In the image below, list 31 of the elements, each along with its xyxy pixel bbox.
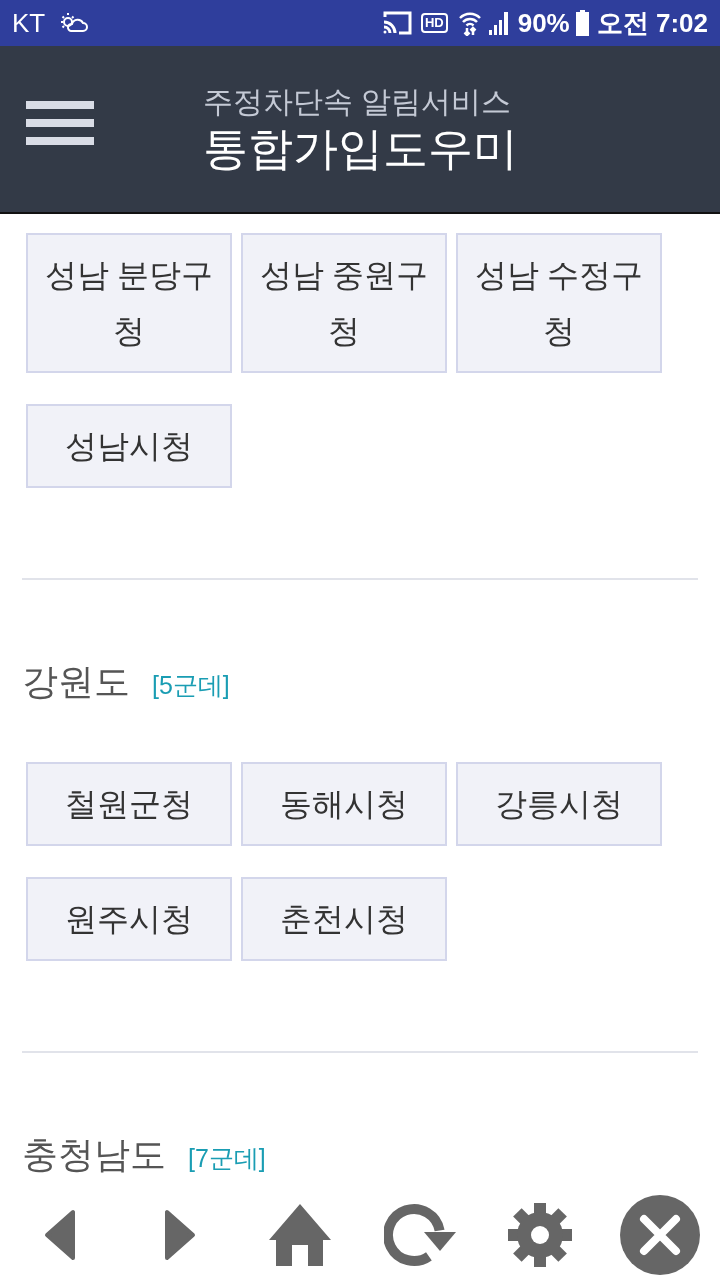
home-icon[interactable] xyxy=(269,1203,331,1266)
region-button[interactable]: 동해시청 xyxy=(241,762,447,846)
close-icon[interactable] xyxy=(620,1194,700,1275)
menu-icon[interactable] xyxy=(26,101,94,145)
battery-icon xyxy=(575,10,589,36)
wifi-icon xyxy=(457,10,482,36)
forward-icon[interactable] xyxy=(164,1208,196,1261)
count-label: [7군데] xyxy=(188,1143,266,1174)
back-icon[interactable] xyxy=(44,1208,76,1261)
region-button[interactable]: 철원군청 xyxy=(26,762,232,846)
count-label: [5군데] xyxy=(152,670,230,701)
battery-percent: 90% xyxy=(517,10,570,36)
carrier-label: KT xyxy=(12,10,46,36)
weather-icon xyxy=(59,12,90,34)
clock-time: 오전 7:02 xyxy=(596,10,708,36)
region-button[interactable]: 성남시청 xyxy=(26,404,232,488)
region-button[interactable]: 성남 분당구청 xyxy=(26,233,232,373)
region-button[interactable]: 강릉시청 xyxy=(456,762,662,846)
region-button[interactable]: 원주시청 xyxy=(26,877,232,961)
region-button[interactable]: 성남 중원구청 xyxy=(241,233,447,373)
region-button[interactable]: 성남 수정구청 xyxy=(456,233,662,373)
settings-icon[interactable] xyxy=(508,1202,572,1267)
signal-icon xyxy=(487,11,510,35)
cast-icon xyxy=(381,10,413,36)
hd-badge: HD xyxy=(420,13,448,33)
app-title: 통합가입도우미 xyxy=(203,122,518,176)
header-subtitle: 주정차단속 알림서비스 xyxy=(203,84,513,120)
refresh-icon[interactable] xyxy=(384,1202,456,1267)
region-button[interactable]: 춘천시청 xyxy=(241,877,447,961)
province-heading: 강원도 xyxy=(22,660,130,704)
province-heading: 충청남도 xyxy=(22,1133,166,1177)
